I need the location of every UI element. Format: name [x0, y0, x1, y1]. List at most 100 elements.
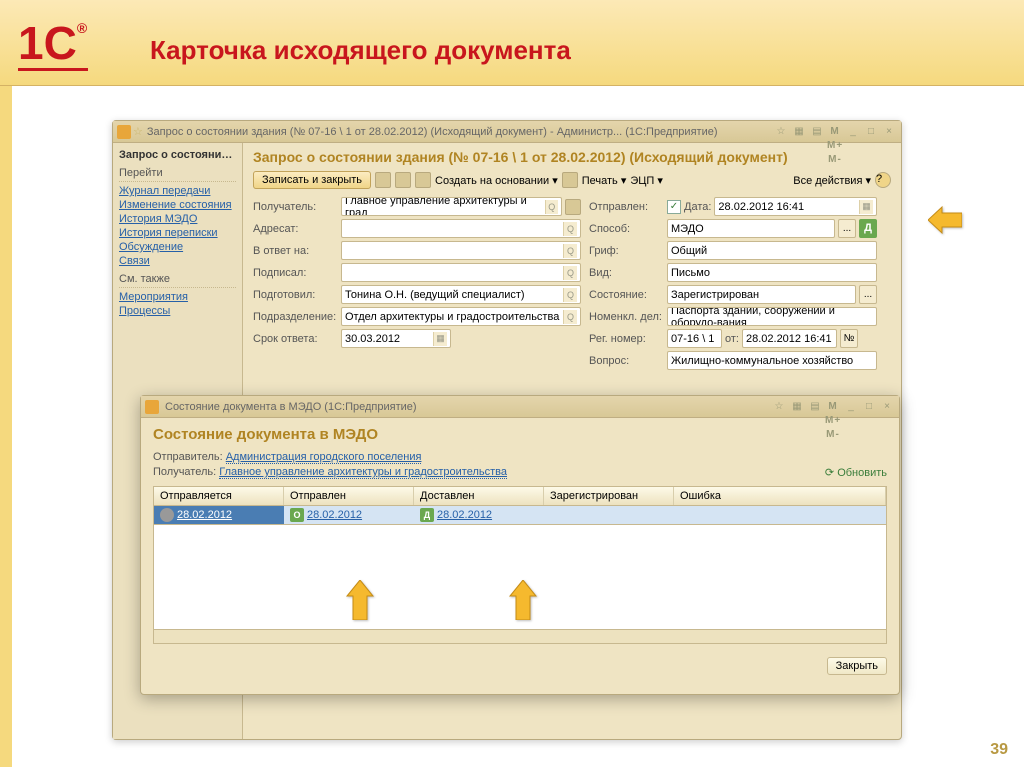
recipient-link[interactable]: Главное управление архитектуры и градост… [219, 466, 507, 479]
status-table: Отправляется Отправлен Доставлен Зарегис… [153, 486, 887, 644]
main-titlebar[interactable]: ☆ Запрос о состоянии здания (№ 07-16 \ 1… [113, 121, 901, 143]
arrow-annotation [345, 580, 375, 614]
sidebar-link[interactable]: Мероприятия [119, 291, 236, 303]
cal-icon[interactable]: ▦ [859, 200, 873, 214]
calc-icon[interactable]: ▦ [789, 400, 805, 414]
regnum-input[interactable]: 07-16 \ 1 [667, 329, 722, 348]
lookup-icon[interactable]: Q [563, 310, 577, 324]
maximize-button[interactable]: □ [861, 400, 877, 414]
lookup-icon[interactable]: Q [545, 200, 559, 214]
col-error[interactable]: Ошибка [674, 487, 886, 505]
col-sent[interactable]: Отправлен [284, 487, 414, 505]
nomen-input[interactable]: Паспорта зданий, сооружений и оборудо-ва… [667, 307, 877, 326]
cell-sending[interactable]: 28.02.2012 [177, 509, 232, 521]
num-button[interactable]: № [840, 329, 858, 348]
sidebar-group-also: См. также [119, 273, 236, 288]
window-title: Запрос о состоянии здания (№ 07-16 \ 1 о… [143, 126, 773, 138]
logo-underline [18, 68, 88, 71]
more-button[interactable]: ... [859, 285, 877, 304]
method-input[interactable]: МЭДО [667, 219, 835, 238]
grif-input[interactable]: Общий [667, 241, 877, 260]
star-icon[interactable]: ☆ [133, 125, 143, 138]
open-icon[interactable] [565, 199, 581, 215]
minimize-button[interactable]: _ [843, 400, 859, 414]
date-input[interactable]: 28.02.2012 16:41▦ [714, 197, 877, 216]
calc-icon[interactable]: ▦ [791, 125, 807, 139]
type-label: Вид: [589, 267, 659, 279]
slide-header: 1С® Карточка исходящего документа [0, 0, 1024, 86]
sent-label: Отправлен: [589, 201, 659, 213]
sidebar-link[interactable]: Журнал передачи [119, 185, 236, 197]
nomen-label: Номенкл. дел: [589, 311, 659, 323]
sidebar-link[interactable]: Связи [119, 255, 236, 267]
sender-link[interactable]: Администрация городского поселения [226, 451, 422, 464]
all-actions-button[interactable]: Все действия ▾ [793, 174, 871, 187]
sidebar-link[interactable]: Обсуждение [119, 241, 236, 253]
question-label: Вопрос: [589, 355, 659, 367]
print-icon[interactable] [562, 172, 578, 188]
memory-buttons[interactable]: M M+ M- [825, 400, 841, 414]
lookup-icon[interactable]: Q [563, 266, 577, 280]
save-close-button[interactable]: Записать и закрыть [253, 171, 371, 189]
modal-titlebar[interactable]: Состояние документа в МЭДО (1С:Предприят… [141, 396, 899, 418]
regdate-input[interactable]: 28.02.2012 16:41 [742, 329, 837, 348]
addressee-input[interactable]: Q [341, 219, 581, 238]
fav-icon[interactable]: ☆ [771, 400, 787, 414]
col-delivered[interactable]: Доставлен [414, 487, 544, 505]
col-registered[interactable]: Зарегистрирован [544, 487, 674, 505]
fav-icon[interactable]: ☆ [773, 125, 789, 139]
sidebar-link[interactable]: История МЭДО [119, 213, 236, 225]
modal-close-button[interactable]: Закрыть [827, 657, 887, 675]
flag-icon[interactable] [395, 172, 411, 188]
status-icon [160, 508, 174, 522]
d-badge[interactable]: Д [859, 219, 877, 238]
cal-icon[interactable]: ▤ [807, 400, 823, 414]
delivered-icon: Д [420, 508, 434, 522]
create-based-button[interactable]: Создать на основании ▾ [435, 174, 558, 187]
lookup-icon[interactable]: Q [563, 244, 577, 258]
memory-buttons[interactable]: M M+ M- [827, 125, 843, 139]
maximize-button[interactable]: □ [863, 125, 879, 139]
type-input[interactable]: Письмо [667, 263, 877, 282]
lookup-icon[interactable]: Q [563, 222, 577, 236]
signed-input[interactable]: Q [341, 263, 581, 282]
close-button[interactable]: × [879, 400, 895, 414]
recipient-input[interactable]: Главное управление архитектуры и градQ [341, 197, 562, 216]
sidebar-link[interactable]: Процессы [119, 305, 236, 317]
cell-delivered[interactable]: 28.02.2012 [437, 509, 492, 521]
lookup-icon[interactable]: Q [563, 288, 577, 302]
help-icon[interactable]: ? [875, 172, 891, 188]
reply-input[interactable]: Q [341, 241, 581, 260]
reply-label: В ответ на: [253, 245, 333, 257]
print-button[interactable]: Печать ▾ [582, 174, 627, 187]
col-sending[interactable]: Отправляется [154, 487, 284, 505]
prepared-input[interactable]: Тонина О.Н. (ведущий специалист)Q [341, 285, 581, 304]
grif-label: Гриф: [589, 245, 659, 257]
cell-sent[interactable]: 28.02.2012 [307, 509, 362, 521]
cal-icon[interactable]: ▦ [433, 332, 447, 346]
dept-input[interactable]: Отдел архитектуры и градостроительстваQ [341, 307, 581, 326]
refresh-button[interactable]: ⟳ Обновить [825, 466, 887, 479]
deadline-input[interactable]: 30.03.2012▦ [341, 329, 451, 348]
question-input[interactable]: Жилищно-коммунальное хозяйство [667, 351, 877, 370]
modal-window: Состояние документа в МЭДО (1С:Предприят… [140, 395, 900, 695]
state-label: Состояние: [589, 289, 659, 301]
cal-icon[interactable]: ▤ [809, 125, 825, 139]
sidebar-link[interactable]: История переписки [119, 227, 236, 239]
save-icon[interactable] [375, 172, 391, 188]
regnum-label: Рег. номер: [589, 333, 659, 345]
mail-icon[interactable] [415, 172, 431, 188]
sent-checkbox[interactable]: ✓ [667, 200, 681, 214]
signed-label: Подписал: [253, 267, 333, 279]
table-row[interactable]: 28.02.2012 О28.02.2012 Д28.02.2012 [154, 506, 886, 525]
more-button[interactable]: ... [838, 219, 856, 238]
scrollbar[interactable] [154, 629, 886, 643]
close-button[interactable]: × [881, 125, 897, 139]
logo-1c: 1С® [18, 16, 87, 70]
sender-label: Отправитель: [153, 451, 223, 463]
ecp-button[interactable]: ЭЦП ▾ [630, 174, 663, 187]
sidebar-link[interactable]: Изменение состояния [119, 199, 236, 211]
state-input[interactable]: Зарегистрирован [667, 285, 856, 304]
minimize-button[interactable]: _ [845, 125, 861, 139]
toolbar: Записать и закрыть Создать на основании … [253, 171, 891, 189]
